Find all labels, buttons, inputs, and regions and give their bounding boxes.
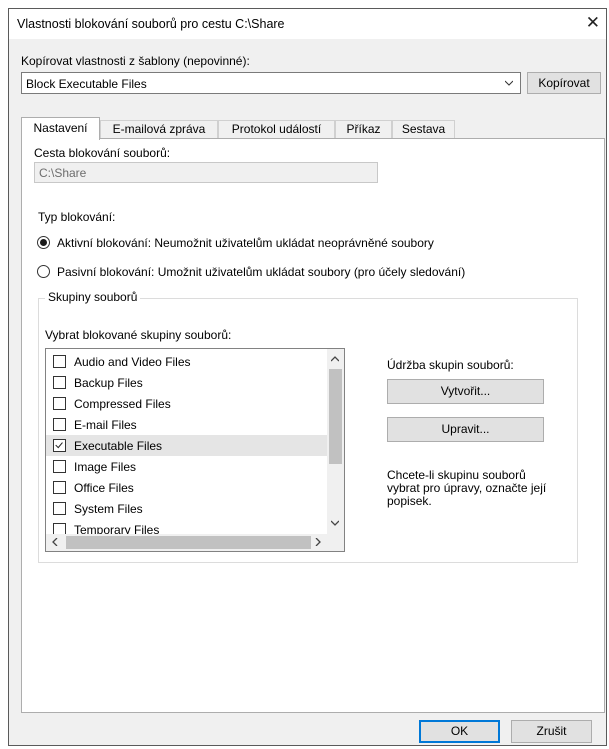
scrollbar-corner — [327, 534, 344, 551]
chevron-down-icon — [505, 80, 513, 86]
copy-button[interactable]: Kopírovat — [527, 72, 601, 94]
passive-screening-radio[interactable] — [37, 265, 50, 278]
list-item-label: Image Files — [74, 460, 137, 474]
path-field: C:\Share — [34, 162, 378, 183]
checkbox-checked[interactable] — [53, 439, 66, 452]
list-item[interactable]: Image Files — [46, 456, 327, 477]
vertical-scroll-thumb[interactable] — [329, 369, 342, 464]
list-item[interactable]: Audio and Video Files — [46, 351, 327, 372]
screen-type-label: Typ blokování: — [38, 210, 116, 224]
scroll-up-icon[interactable] — [331, 355, 339, 363]
tab-event-log[interactable]: Protokol událostí — [218, 120, 335, 139]
checkbox[interactable] — [53, 502, 66, 515]
close-icon[interactable]: ✕ — [586, 14, 600, 31]
list-item-label: Backup Files — [74, 376, 143, 390]
active-screening-label[interactable]: Aktivní blokování: Neumožnit uživatelům … — [57, 236, 434, 250]
checkbox[interactable] — [53, 355, 66, 368]
tab-command[interactable]: Příkaz — [335, 120, 392, 139]
ok-button[interactable]: OK — [419, 720, 500, 743]
list-item[interactable]: System Files — [46, 498, 327, 519]
list-item[interactable]: Compressed Files — [46, 393, 327, 414]
scroll-down-icon[interactable] — [331, 519, 339, 527]
file-screen-properties-dialog: Vlastnosti blokování souborů pro cestu C… — [8, 8, 607, 746]
title-bar: Vlastnosti blokování souborů pro cestu C… — [9, 9, 606, 39]
path-value: C:\Share — [39, 166, 87, 180]
file-groups-list[interactable]: Audio and Video Files Backup Files Compr… — [45, 348, 345, 552]
list-item-label: System Files — [74, 502, 143, 516]
create-group-button[interactable]: Vytvořit... — [387, 379, 544, 404]
checkbox[interactable] — [53, 376, 66, 389]
checkbox[interactable] — [53, 460, 66, 473]
list-vertical-scrollbar[interactable] — [327, 349, 344, 534]
scroll-right-icon[interactable] — [314, 538, 322, 546]
horizontal-scroll-thumb[interactable] — [66, 536, 311, 549]
active-screening-radio[interactable] — [37, 236, 50, 249]
path-label: Cesta blokování souborů: — [34, 146, 171, 160]
template-label: Kopírovat vlastnosti z šablony (nepovinn… — [21, 54, 250, 68]
list-item-label: Audio and Video Files — [74, 355, 191, 369]
list-item[interactable]: E-mail Files — [46, 414, 327, 435]
maintenance-label: Údržba skupin souborů: — [387, 358, 514, 372]
edit-hint-text: Chcete-li skupinu souborů vybrat pro úpr… — [387, 468, 547, 508]
passive-screening-label[interactable]: Pasivní blokování: Umožnit uživatelům uk… — [57, 265, 465, 279]
list-item-label: E-mail Files — [74, 418, 137, 432]
list-horizontal-scrollbar[interactable] — [46, 534, 327, 551]
file-groups-legend: Skupiny souborů — [45, 290, 141, 304]
list-item-label: Executable Files — [74, 439, 163, 453]
cancel-button[interactable]: Zrušit — [511, 720, 592, 743]
list-item-label: Office Files — [74, 481, 134, 495]
settings-panel: Cesta blokování souborů: C:\Share Typ bl… — [21, 138, 605, 713]
list-item-selected[interactable]: Executable Files — [46, 435, 327, 456]
template-dropdown[interactable]: Block Executable Files — [21, 72, 521, 94]
checkbox[interactable] — [53, 418, 66, 431]
list-item[interactable]: Backup Files — [46, 372, 327, 393]
list-item-label: Compressed Files — [74, 397, 171, 411]
template-selected-value: Block Executable Files — [26, 77, 147, 91]
checkbox[interactable] — [53, 481, 66, 494]
checkmark-icon — [55, 442, 63, 449]
list-item[interactable]: Office Files — [46, 477, 327, 498]
edit-group-button[interactable]: Upravit... — [387, 417, 544, 442]
file-groups-list-label: Vybrat blokované skupiny souborů: — [45, 328, 232, 342]
scroll-left-icon[interactable] — [51, 538, 59, 546]
checkbox[interactable] — [53, 397, 66, 410]
tab-settings[interactable]: Nastavení — [21, 117, 100, 140]
tab-email[interactable]: E-mailová zpráva — [100, 120, 218, 139]
window-title: Vlastnosti blokování souborů pro cestu C… — [17, 17, 285, 31]
tab-report[interactable]: Sestava — [392, 120, 455, 139]
